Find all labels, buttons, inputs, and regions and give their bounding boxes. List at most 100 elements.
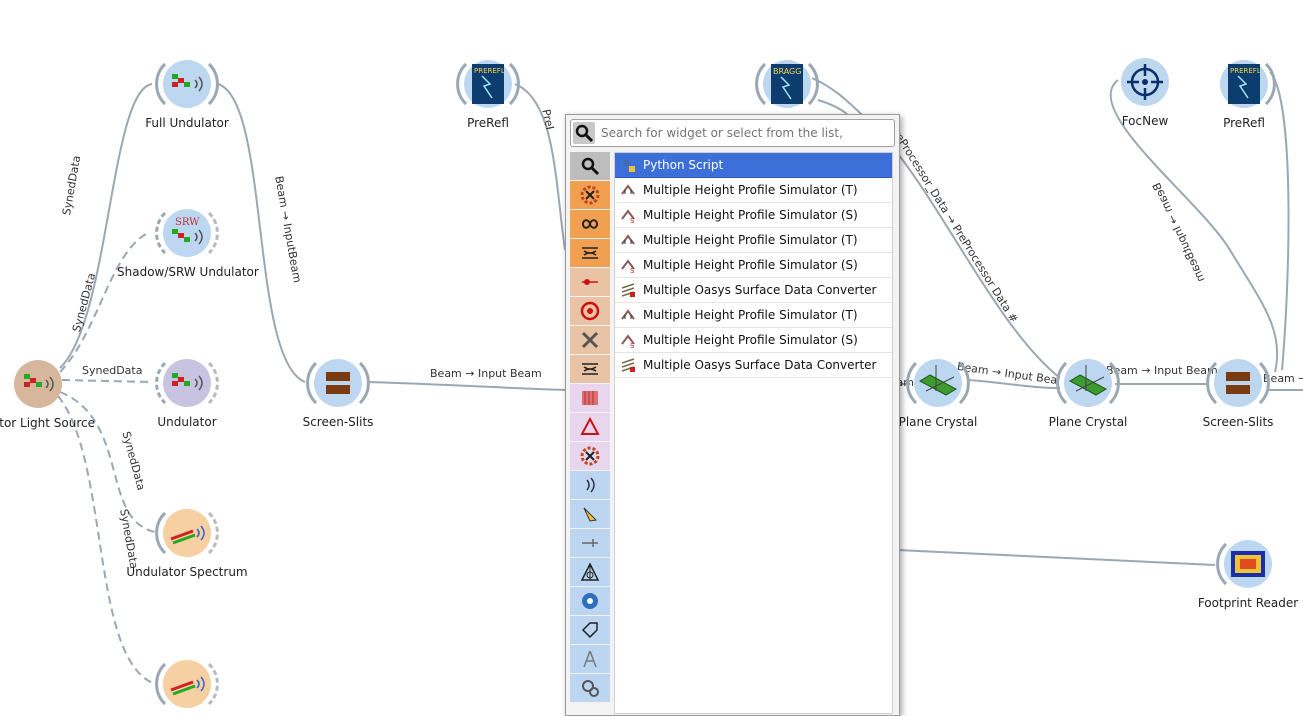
node-footprint-reader[interactable]: Footprint Reader [1178,532,1303,610]
node-full-undulator[interactable]: Full Undulator [117,52,257,130]
category-tab-gear-cross[interactable] [570,442,610,470]
laser-icon [582,279,598,285]
category-tab-laser[interactable] [570,268,610,296]
bars-icon [582,391,598,405]
srw-undulator-icon: SRW [155,209,219,257]
svg-text:SRW: SRW [175,217,200,228]
infinity-icon [581,219,599,229]
node-undulator-spectrum-2[interactable] [117,652,257,716]
search-box[interactable] [570,119,895,147]
node-plane-crystal-2[interactable]: Plane Crystal [1018,351,1158,429]
node-label: Footprint Reader [1197,596,1299,610]
category-tab-waveguide[interactable] [570,239,610,267]
crystal-icon [1056,359,1120,407]
undulator-icon [155,60,219,108]
widget-list-item-label: Multiple Height Profile Simulator (T) [643,183,858,197]
surface-converter-icon [619,356,637,374]
node-screen-slits-2[interactable]: Screen-Slits [1168,351,1303,429]
node-label: Plane Crystal [1048,415,1128,429]
crystal-icon [906,359,970,407]
widget-list: Python Script Multiple Height Profile Sim… [614,152,893,714]
widget-list-item[interactable]: Multiple Height Profile Simulator (T) [615,178,892,203]
category-tab-waveguide[interactable] [570,355,610,383]
node-label: Screen-Slits [1202,415,1274,429]
link-footprint[interactable] [897,549,1216,566]
prism-icon [580,416,600,435]
compass-icon [583,650,597,668]
category-tab-arrows[interactable] [570,529,610,557]
height-profile-s-icon: S [619,206,637,224]
height-profile-s-icon: S [619,331,637,349]
lamp-icon [583,507,598,522]
node-undulator-spectrum[interactable]: Undulator Spectrum [117,501,257,579]
wave-icon [586,477,595,493]
crosshair-icon [1121,58,1169,106]
widget-selection-popup[interactable]: Python Script Multiple Height Profile Sim… [565,114,900,716]
widget-list-item[interactable]: Python Script [615,153,892,178]
spectrum-icon [155,660,219,708]
svg-text:S: S [630,342,635,348]
gear-cross-icon [580,185,600,205]
widget-list-item-label: Multiple Height Profile Simulator (S) [643,333,858,347]
category-tab-gear-blue[interactable] [570,587,610,615]
category-tab-hallows[interactable] [570,558,610,586]
node-label: Undulator Spectrum [126,565,248,579]
node-prerefl-2[interactable]: PREREFL PreRefl [1174,52,1303,130]
category-tab-infinity[interactable] [570,210,610,238]
category-tab-gears[interactable] [570,674,610,702]
svg-text:S: S [630,267,635,273]
node-label: ulator Light Source [0,416,96,430]
svg-text:PREREFL: PREREFL [474,67,505,75]
category-tab-compass[interactable] [570,645,610,673]
category-tab-bars[interactable] [570,384,610,412]
prerefl-icon: PREREFL [456,60,520,108]
widget-list-item-label: Multiple Height Profile Simulator (S) [643,258,858,272]
svg-text:BRAGG: BRAGG [773,67,801,76]
slits-icon [306,359,370,407]
hallows-icon [580,562,600,581]
gear-blue-icon [582,593,598,609]
widget-list-item[interactable]: S Multiple Height Profile Simulator (S) [615,253,892,278]
widget-list-item[interactable]: Multiple Height Profile Simulator (T) [615,303,892,328]
widget-list-item-label: Multiple Oasys Surface Data Converter [643,283,877,297]
search-input[interactable] [599,123,893,143]
widget-list-item[interactable]: Multiple Oasys Surface Data Converter [615,353,892,378]
node-shadow-srw-undulator[interactable]: SRW Shadow/SRW Undulator [117,201,259,279]
edge-label-beam-input-beam: Beam → Input Beam [430,367,542,380]
svg-text:PREREFL: PREREFL [1230,67,1261,75]
category-tab-search[interactable] [570,152,610,180]
category-tab-lamp[interactable] [570,500,610,528]
waveguide-icon [582,363,598,375]
node-label: PreRefl [467,116,509,130]
height-profile-t-icon [619,231,637,249]
slits-icon [1206,359,1270,407]
waveguide-icon [582,247,598,259]
category-tab-prism[interactable] [570,413,610,441]
category-tab-wave[interactable] [570,471,610,499]
undulator-icon [155,359,219,407]
node-prerefl-1[interactable]: PREREFL PreRefl [418,52,558,130]
search-icon [573,122,595,144]
widget-list-item[interactable]: S Multiple Height Profile Simulator (S) [615,203,892,228]
widget-list-item[interactable]: S Multiple Height Profile Simulator (S) [615,328,892,353]
bragg-icon: BRAGG [755,60,819,108]
undulator-source-icon [14,360,62,408]
tag-icon [581,622,598,639]
node-label: PreRefl [1223,116,1265,130]
category-tab-gear-cross[interactable] [570,181,610,209]
category-tab-tools[interactable] [570,326,610,354]
category-tab-tag[interactable] [570,616,610,644]
svg-text:S: S [630,217,635,223]
node-screen-slits-1[interactable]: Screen-Slits [268,351,408,429]
prerefl-icon: PREREFL [1220,60,1276,108]
widget-list-item-label: Multiple Height Profile Simulator (S) [643,208,858,222]
widget-list-item-label: Multiple Height Profile Simulator (T) [643,233,858,247]
category-tab-target[interactable] [570,297,610,325]
widget-list-item[interactable]: Multiple Height Profile Simulator (T) [615,228,892,253]
node-undulator[interactable]: Undulator [117,351,257,429]
widget-list-item[interactable]: Multiple Oasys Surface Data Converter [615,278,892,303]
height-profile-t-icon [619,306,637,324]
widget-list-item-label: Python Script [643,158,724,172]
node-bragg[interactable]: BRAGG [717,52,857,116]
node-light-source[interactable]: ulator Light Source [0,352,108,430]
